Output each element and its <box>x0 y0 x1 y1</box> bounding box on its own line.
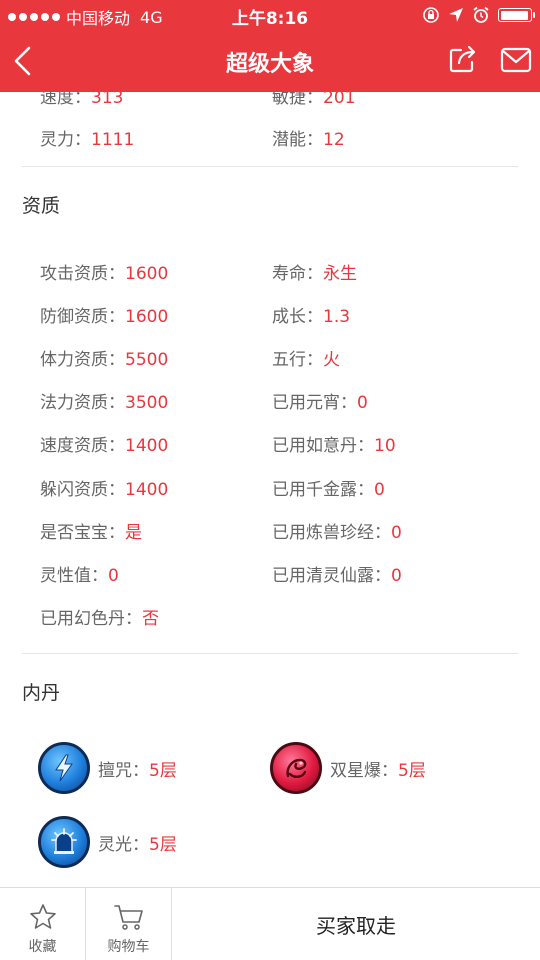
location-arrow-icon <box>449 8 463 22</box>
stat-value: 3500 <box>125 393 169 413</box>
stat-label: 五行： <box>272 350 323 370</box>
aptitude-right-row: 已用如意丹：10 <box>272 431 396 456</box>
section-title-neidan: 内丹 <box>22 682 61 704</box>
aptitude-left-row: 已用幻色丹：否 <box>40 604 159 629</box>
stat-value: 1600 <box>125 307 169 327</box>
status-right <box>422 6 535 24</box>
cart-button[interactable]: 购物车 <box>86 888 172 960</box>
stat-value: 0 <box>391 566 402 586</box>
cart-label: 购物车 <box>107 939 150 955</box>
stat-label: 已用如意丹： <box>272 436 374 456</box>
aptitude-right-row: 成长：1.3 <box>272 302 350 327</box>
neidan-level: 5层 <box>149 834 177 855</box>
stat-label: 法力资质： <box>40 393 125 413</box>
neidan-name: 灵光： <box>98 834 149 855</box>
stat-label: 潜能： <box>272 130 323 150</box>
alarm-clock-icon <box>473 6 489 23</box>
stat-spirit: 灵力：1111 <box>40 125 134 150</box>
neidan-level: 5层 <box>149 760 177 781</box>
neidan-level: 5层 <box>398 760 426 781</box>
stat-label: 已用千金露： <box>272 480 374 500</box>
stat-label: 防御资质： <box>40 307 125 327</box>
stat-label: 已用幻色丹： <box>40 609 142 629</box>
aptitude-right-row: 已用清灵仙露：0 <box>272 561 402 586</box>
navigation-bar: 超级大象 <box>0 30 540 92</box>
stat-label: 已用清灵仙露： <box>272 566 391 586</box>
stat-label: 灵力： <box>40 130 91 150</box>
aptitude-left-row: 灵性值：0 <box>40 561 119 586</box>
stat-value: 是 <box>125 523 142 543</box>
aptitude-right-row: 五行：火 <box>272 345 340 370</box>
neidan-item[interactable]: 双星爆： 5层 <box>270 742 426 794</box>
stat-label: 灵性值： <box>40 566 108 586</box>
status-bar: 中国移动 4G 上午8:16 <box>0 0 540 30</box>
shrine-icon <box>38 816 90 868</box>
stat-value: 0 <box>374 480 385 500</box>
aptitude-left-row: 速度资质：1400 <box>40 431 168 456</box>
stat-label: 躲闪资质： <box>40 480 125 500</box>
divider <box>22 166 518 167</box>
stat-label: 速度： <box>40 92 91 108</box>
stat-potential: 潜能：12 <box>272 125 345 150</box>
buyer-take-button[interactable]: 买家取走 <box>172 888 540 960</box>
stat-value: 5500 <box>125 350 169 370</box>
stat-label: 速度资质： <box>40 436 125 456</box>
stat-value: 10 <box>374 436 396 456</box>
stat-label: 已用炼兽珍经： <box>272 523 391 543</box>
aptitude-left-row: 是否宝宝：是 <box>40 518 142 543</box>
stat-value: 0 <box>391 523 402 543</box>
stat-value: 12 <box>323 130 345 150</box>
aptitude-left-row: 攻击资质：1600 <box>40 259 168 284</box>
section-title-aptitude: 资质 <box>22 195 61 217</box>
stat-value: 火 <box>323 350 340 370</box>
favorite-button[interactable]: 收藏 <box>0 888 86 960</box>
favorite-label: 收藏 <box>28 939 57 955</box>
lightning-icon <box>38 742 90 794</box>
stat-value: 1400 <box>125 480 169 500</box>
neidan-name: 擅咒： <box>98 760 149 781</box>
divider <box>22 653 518 654</box>
stat-value: 201 <box>323 92 356 108</box>
aptitude-right-row: 已用炼兽珍经：0 <box>272 518 402 543</box>
neidan-name: 双星爆： <box>330 760 398 781</box>
stat-agility: 敏捷：201 <box>272 92 355 108</box>
aptitude-right-row: 已用元宵：0 <box>272 388 368 413</box>
aptitude-left-row: 防御资质：1600 <box>40 302 168 327</box>
stat-value: 1400 <box>125 436 169 456</box>
stat-label: 攻击资质： <box>40 264 125 284</box>
stat-value: 1111 <box>91 130 135 150</box>
stat-label: 体力资质： <box>40 350 125 370</box>
stat-speed: 速度：313 <box>40 92 123 108</box>
stat-label: 是否宝宝： <box>40 523 125 543</box>
battery-icon <box>498 8 535 22</box>
stat-value: 否 <box>142 609 159 629</box>
share-icon[interactable] <box>448 44 478 74</box>
dragon-icon <box>270 742 322 794</box>
aptitude-right-row: 已用千金露：0 <box>272 475 385 500</box>
bottom-action-bar: 收藏 购物车 买家取走 <box>0 887 540 960</box>
stat-label: 寿命： <box>272 264 323 284</box>
rotation-lock-icon <box>423 7 439 23</box>
top-bar: 中国移动 4G 上午8:16 超级大象 <box>0 0 540 92</box>
stat-value: 313 <box>91 92 124 108</box>
aptitude-right-row: 寿命：永生 <box>272 259 357 284</box>
aptitude-left-row: 躲闪资质：1400 <box>40 475 168 500</box>
star-icon <box>29 904 56 929</box>
aptitude-left-row: 法力资质：3500 <box>40 388 168 413</box>
stat-label: 已用元宵： <box>272 393 357 413</box>
stat-value: 1600 <box>125 264 169 284</box>
shopping-cart-icon <box>113 905 143 930</box>
aptitude-left-row: 体力资质：5500 <box>40 345 168 370</box>
stat-value: 0 <box>108 566 119 586</box>
pet-detail-content[interactable]: 速度：313 敏捷：201 灵力：1111 潜能：12 资质 攻击资质：1600… <box>0 92 540 887</box>
neidan-item[interactable]: 擅咒： 5层 <box>38 742 177 794</box>
stat-value: 永生 <box>323 264 357 284</box>
stat-value: 1.3 <box>323 307 351 327</box>
stat-label: 成长： <box>272 307 323 327</box>
stat-value: 0 <box>357 393 368 413</box>
stat-label: 敏捷： <box>272 92 323 108</box>
mail-icon[interactable] <box>500 46 532 74</box>
neidan-item[interactable]: 灵光： 5层 <box>38 816 177 868</box>
